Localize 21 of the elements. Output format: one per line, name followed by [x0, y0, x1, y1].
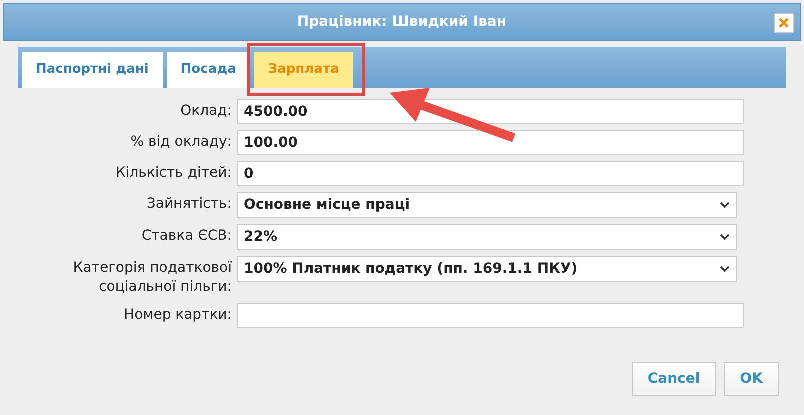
- input-field[interactable]: [237, 303, 744, 328]
- chevron-icon: [720, 202, 730, 208]
- close-icon: [779, 18, 789, 28]
- field-label: % від окладу:: [130, 133, 232, 152]
- input-field[interactable]: 100.00: [237, 130, 744, 155]
- field-label: Кількість дітей:: [114, 164, 232, 183]
- dropdown[interactable]: 100% Платник податку (пп. 169.1.1 ПКУ): [237, 256, 737, 282]
- dropdown[interactable]: 22%: [237, 224, 737, 250]
- chevron-icon: [720, 266, 730, 272]
- field-label: Оклад:: [180, 102, 232, 121]
- dropdown[interactable]: Основне місце праці: [237, 192, 737, 218]
- input-field[interactable]: 0: [237, 161, 744, 186]
- chevron-icon: [720, 234, 730, 240]
- field-label: Ставка ЄСВ:: [140, 227, 232, 246]
- input-field[interactable]: 4500.00: [237, 99, 744, 124]
- field-label: Номер картки:: [123, 306, 232, 325]
- field-label: Зайнятість:: [146, 195, 232, 214]
- close-button[interactable]: [774, 13, 794, 33]
- tab[interactable]: Паспортні дані: [22, 52, 163, 88]
- window-title: Працівник: Швидкий Іван: [297, 12, 507, 32]
- field-label: Категорія податкової соціальної пільги:: [72, 259, 232, 297]
